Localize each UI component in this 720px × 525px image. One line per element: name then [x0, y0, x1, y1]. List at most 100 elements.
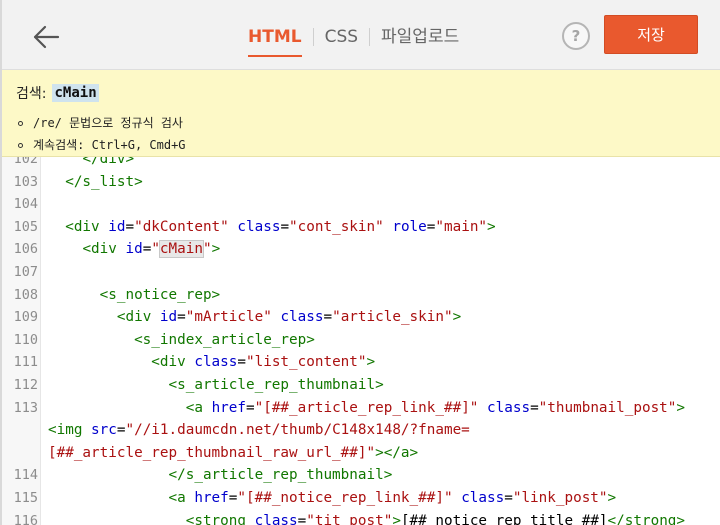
code-token: "//i1.daumcdn.net/thumb/C148x148/?fname=	[125, 422, 470, 439]
search-row: 검색: cMain	[16, 82, 99, 104]
code-token: </strong>	[607, 512, 686, 525]
code-token: <s_index_article_rep>	[134, 331, 315, 348]
code-token: "mArticle"	[185, 309, 272, 326]
code-token: =	[237, 354, 246, 371]
save-button[interactable]: 저장	[604, 15, 698, 54]
code-token: =	[246, 399, 255, 416]
help-icon[interactable]: ?	[562, 22, 590, 50]
code-line[interactable]: 115 <a href = "[##_notice_rep_link_##]" cl…	[2, 487, 720, 510]
code-text: <strong class="tit_post">[##_notice_rep_…	[48, 510, 685, 525]
code-token: >	[676, 399, 686, 416]
code-token: "article_skin"	[332, 309, 453, 326]
code-text: <div id="cMain">	[48, 238, 220, 261]
search-hint-text: 계속검색: Ctrl+G, Cmd+G	[33, 138, 186, 152]
editor-tabs: HTML CSS 파일업로드	[248, 24, 459, 57]
code-line[interactable]: 103 </s_list>	[2, 171, 720, 194]
line-number: 115	[13, 489, 38, 506]
code-token: =	[530, 399, 539, 416]
code-token: src	[91, 422, 117, 439]
code-token: "dkContent"	[134, 218, 229, 235]
line-number: 105	[13, 218, 38, 235]
code-line[interactable]: 111 <div class="list_content">	[2, 351, 720, 374]
code-line[interactable]: 102 </div>	[2, 157, 720, 171]
code-token: ></a>	[375, 444, 419, 461]
line-number: 111	[13, 354, 38, 371]
code-token: =	[177, 309, 186, 326]
back-arrow-icon[interactable]	[30, 20, 64, 54]
code-line[interactable]: 110 <s_index_article_rep>	[2, 329, 720, 352]
code-text: <a href="[##_article_rep_link_##]" class…	[48, 397, 685, 420]
line-number: 102	[13, 157, 38, 167]
code-editor[interactable]: 102 </div> 103 </s_list> 104 105 <div id="d…	[2, 157, 720, 525]
code-text: <a href="[##_notice_rep_link_##]" class=…	[48, 487, 617, 510]
tab-css[interactable]: CSS	[325, 24, 358, 50]
code-token: >	[487, 218, 496, 235]
code-token: =	[280, 218, 290, 235]
code-line[interactable]: 104	[2, 193, 720, 216]
code-text: <div id="mArticle" class="article_skin">	[48, 306, 461, 329]
search-hint: 계속검색: Ctrl+G, Cmd+G	[16, 134, 186, 156]
code-line[interactable]: 116 <strong class="tit_post">[##_notice_…	[2, 510, 720, 525]
code-token: =	[125, 218, 135, 235]
code-token: =	[504, 489, 513, 506]
tab-divider	[369, 28, 371, 46]
code-token: [##_notice_rep_title_##]	[400, 512, 608, 525]
code-text: <div class="list_content">	[48, 351, 375, 374]
code-line[interactable]: 113 <a href="[##_article_rep_link_##]" c…	[2, 397, 720, 420]
code-token: <div	[116, 309, 160, 326]
code-token: "tit_post"	[306, 512, 393, 525]
code-token: <div	[151, 354, 195, 371]
code-token: </s_list>	[65, 173, 143, 190]
code-token: class	[461, 489, 505, 506]
code-token: id	[125, 241, 143, 258]
code-token: class	[237, 218, 281, 235]
search-label: 검색:	[16, 86, 47, 102]
code-token: >	[366, 354, 376, 371]
line-number: 104	[13, 196, 38, 213]
code-token: [##_article_rep_thumbnail_raw_url_##]"	[48, 444, 376, 461]
code-line[interactable]: 105 <div id="dkContent" class="cont_skin…	[2, 216, 720, 239]
bullet-icon	[18, 120, 23, 126]
code-token: <div	[65, 218, 109, 235]
line-number: 112	[13, 376, 38, 393]
code-token: <div	[82, 241, 126, 258]
tab-html[interactable]: HTML	[248, 24, 302, 57]
search-hint-text: /re/ 문법으로 정규식 검사	[33, 116, 183, 130]
tab-file-upload[interactable]: 파일업로드	[381, 24, 459, 50]
line-number: 110	[13, 331, 38, 348]
code-text: <s_index_article_rep>	[48, 329, 315, 352]
code-token: <a	[185, 399, 212, 416]
code-line[interactable]: 112 <s_article_rep_thumbnail>	[2, 374, 720, 397]
code-token: "link_post"	[512, 489, 608, 506]
search-input[interactable]: cMain	[52, 84, 99, 102]
tab-divider	[312, 28, 314, 46]
line-number: 116	[13, 512, 38, 525]
code-line[interactable]: 107	[2, 261, 720, 284]
code-line[interactable]: 106 <div id="cMain">	[2, 238, 720, 261]
code-line[interactable]: <img src="//i1.daumcdn.net/thumb/C148x14…	[2, 419, 720, 442]
code-line[interactable]: [##_article_rep_thumbnail_raw_url_##]"><…	[2, 442, 720, 465]
code-token: =	[297, 512, 307, 525]
code-line[interactable]: 114 </s_article_rep_thumbnail>	[2, 464, 720, 487]
line-number: 109	[13, 309, 38, 326]
code-token: <strong	[185, 512, 255, 525]
code-line[interactable]: 108 <s_notice_rep>	[2, 284, 720, 307]
code-text: <div id="dkContent" class="cont_skin" ro…	[48, 216, 496, 239]
code-text: <img src="//i1.daumcdn.net/thumb/C148x14…	[48, 419, 470, 442]
code-line[interactable]: 109 <div id="mArticle" class="article_sk…	[2, 306, 720, 329]
code-token: "cont_skin"	[289, 218, 384, 235]
code-text: <s_notice_rep>	[48, 284, 221, 307]
code-token: class	[487, 399, 531, 416]
code-text: </s_list>	[48, 171, 143, 194]
code-token: "main"	[435, 218, 488, 235]
code-lines[interactable]: 102 </div> 103 </s_list> 104 105 <div id="d…	[2, 157, 720, 525]
line-number: 103	[13, 173, 38, 190]
code-token: href	[211, 399, 246, 416]
